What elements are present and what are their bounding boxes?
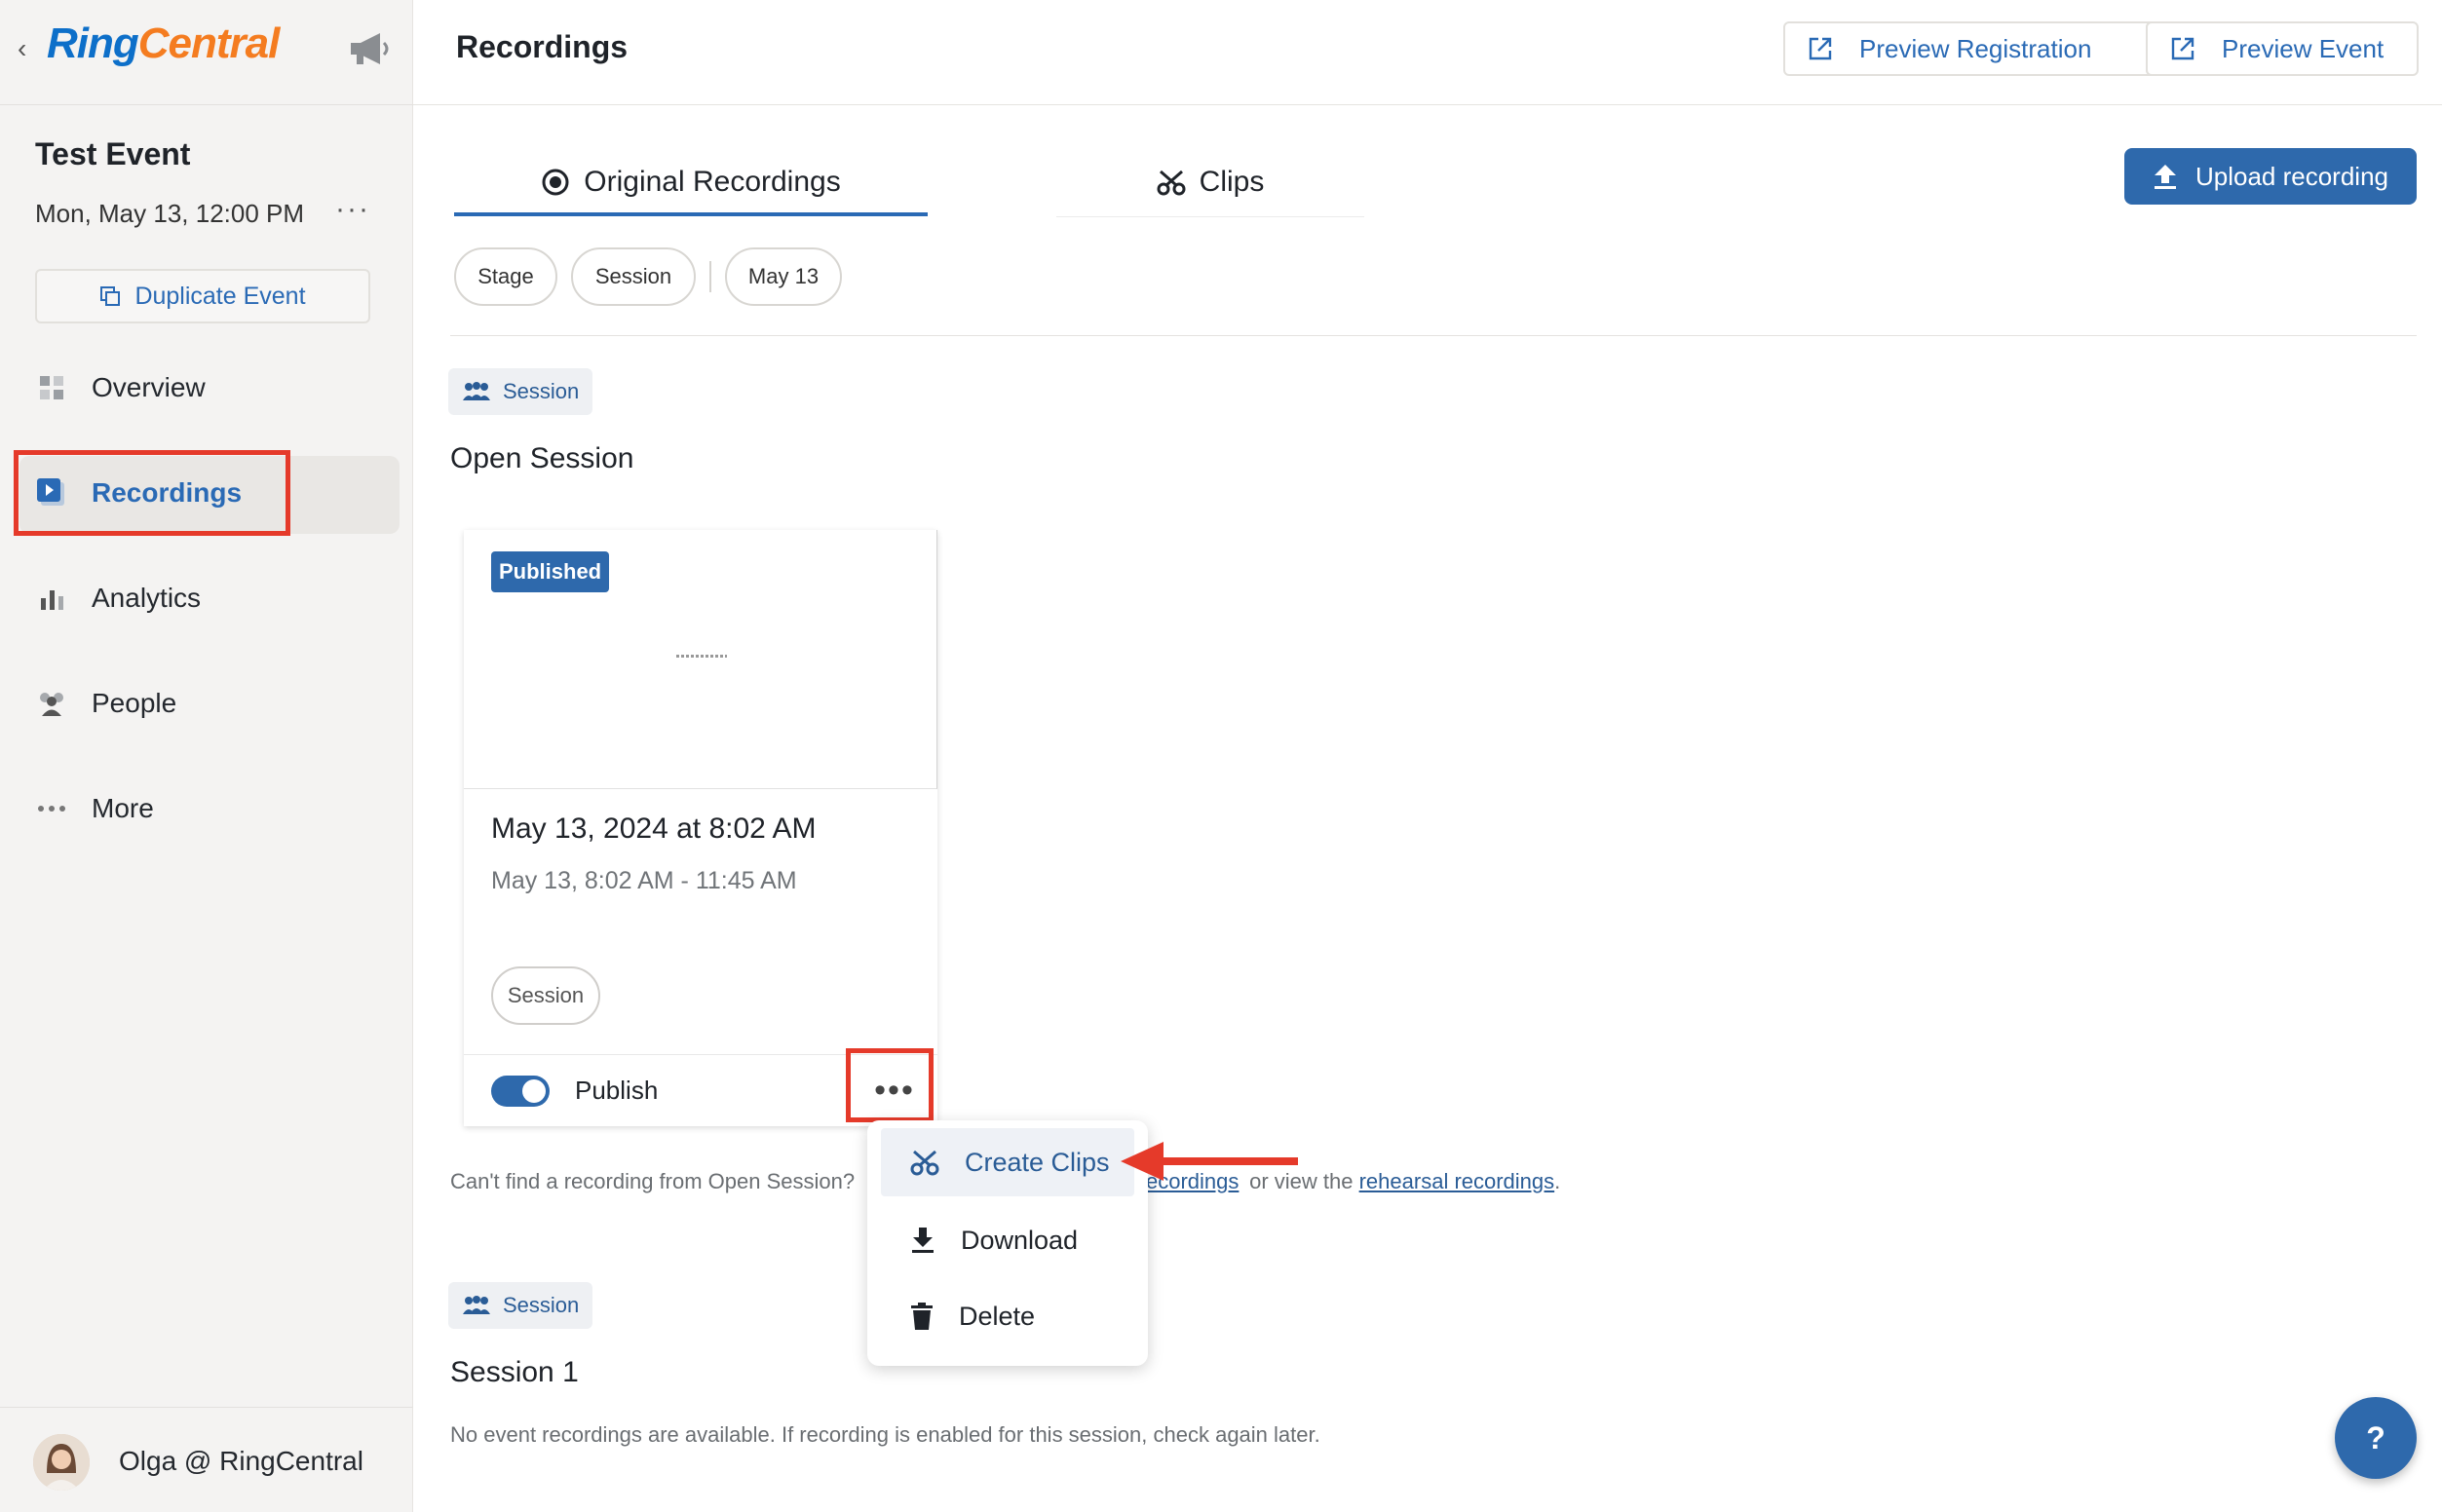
publish-label: Publish	[575, 1076, 659, 1105]
recording-type-chip: Session	[491, 966, 600, 1025]
menu-item-label: Delete	[959, 1301, 1036, 1331]
preview-event-label: Preview Event	[2222, 33, 2385, 63]
recording-time-range: May 13, 8:02 AM - 11:45 AM	[491, 867, 797, 894]
menu-item-create-clips[interactable]: Create Clips	[881, 1128, 1134, 1196]
section-title: Open Session	[450, 442, 634, 474]
active-tab-indicator	[454, 212, 928, 216]
tab-label: Clips	[1199, 166, 1265, 198]
preview-event-button[interactable]: Preview Event	[2146, 21, 2419, 76]
sidebar-item-analytics[interactable]: Analytics	[35, 569, 201, 627]
sidebar: ‹ RingCentral Test Event Mon, May 13, 12…	[0, 0, 413, 1512]
recording-actions-menu: Create Clips Download Delete	[867, 1120, 1148, 1366]
session-tag-label: Session	[503, 379, 580, 403]
filter-separator	[709, 261, 711, 292]
sidebar-item-label: More	[92, 793, 154, 823]
people-icon	[35, 687, 68, 720]
menu-item-label: Create Clips	[965, 1147, 1110, 1177]
section-title: Session 1	[450, 1356, 579, 1388]
help-text-prefix: Can't find a recording from Open Session…	[450, 1169, 856, 1193]
people-icon	[463, 1296, 490, 1314]
grid-icon	[35, 371, 68, 404]
external-link-icon	[2171, 37, 2194, 60]
help-text-suffix: .	[1554, 1169, 1561, 1193]
scissors-icon	[910, 1150, 939, 1176]
sidebar-item-label: Analytics	[92, 583, 202, 613]
published-badge: Published	[491, 551, 610, 592]
session-tag-label: Session	[503, 1293, 580, 1317]
menu-item-download[interactable]: Download	[881, 1206, 1134, 1274]
tab-divider	[1056, 216, 1364, 217]
upload-icon	[2154, 165, 2176, 189]
annotation-highlight-box	[14, 450, 290, 536]
recording-date: May 13, 2024 at 8:02 AM	[491, 813, 817, 845]
sidebar-item-people[interactable]: People	[35, 674, 176, 733]
recording-thumbnail[interactable]: Published	[464, 530, 937, 789]
record-icon	[542, 169, 569, 196]
sidebar-item-label: Overview	[92, 372, 206, 402]
copy-icon	[100, 286, 121, 306]
user-name[interactable]: Olga @ RingCentral	[119, 1446, 363, 1477]
sidebar-item-overview[interactable]: Overview	[35, 359, 206, 417]
event-date: Mon, May 13, 12:00 PM	[35, 199, 305, 228]
event-more-icon[interactable]: ···	[335, 193, 370, 226]
tab-original-recordings[interactable]: Original Recordings	[454, 146, 928, 218]
logo-ring-text: Ring	[47, 19, 139, 67]
trash-icon	[911, 1303, 933, 1330]
megaphone-icon[interactable]	[347, 29, 392, 68]
duplicate-event-button[interactable]: Duplicate Event	[35, 269, 370, 323]
filter-chip-stage[interactable]: Stage	[454, 247, 557, 306]
tab-clips[interactable]: Clips	[1056, 146, 1364, 218]
duplicate-event-label: Duplicate Event	[134, 282, 306, 310]
people-icon	[463, 382, 490, 400]
annotation-arrow-icon	[1121, 1142, 1298, 1181]
menu-item-delete[interactable]: Delete	[881, 1282, 1134, 1350]
preview-registration-button[interactable]: Preview Registration	[1783, 21, 2191, 76]
toggle-knob	[522, 1079, 546, 1103]
thumbnail-preview	[676, 655, 727, 658]
logo-central-text: Central	[137, 19, 281, 67]
bar-chart-icon	[35, 582, 68, 615]
sidebar-item-label: People	[92, 688, 177, 718]
upload-recording-button[interactable]: Upload recording	[2124, 148, 2417, 205]
event-title: Test Event	[35, 136, 191, 171]
preview-registration-label: Preview Registration	[1859, 33, 2092, 63]
page-title: Recordings	[456, 29, 629, 64]
external-link-icon	[1809, 37, 1832, 60]
download-icon	[912, 1228, 934, 1253]
sidebar-item-more[interactable]: More	[35, 779, 154, 838]
filter-divider	[450, 335, 2417, 336]
session-tag: Session	[448, 368, 593, 415]
scissors-icon	[1157, 170, 1186, 196]
back-chevron-icon[interactable]: ‹	[18, 33, 26, 64]
user-avatar[interactable]	[33, 1434, 90, 1491]
sidebar-header: ‹ RingCentral	[0, 0, 413, 105]
dots-icon	[35, 792, 68, 825]
session-tag: Session	[448, 1282, 593, 1329]
rehearsal-recordings-link[interactable]: rehearsal recordings	[1359, 1169, 1555, 1193]
empty-state-text: No event recordings are available. If re…	[450, 1422, 1320, 1447]
tab-label: Original Recordings	[584, 166, 841, 198]
filter-chip-date[interactable]: May 13	[725, 247, 842, 306]
top-header: Recordings Preview Registration Preview …	[413, 0, 2442, 105]
filter-chip-session[interactable]: Session	[571, 247, 696, 306]
ringcentral-logo[interactable]: RingCentral	[47, 19, 281, 68]
publish-toggle[interactable]	[491, 1076, 550, 1107]
upload-recording-label: Upload recording	[2194, 161, 2388, 191]
recording-card[interactable]: Published May 13, 2024 at 8:02 AM May 13…	[464, 530, 937, 1126]
help-text: Can't find a recording from Open Session…	[450, 1169, 855, 1194]
help-button[interactable]: ?	[2335, 1397, 2417, 1479]
annotation-highlight-box	[846, 1048, 934, 1122]
menu-item-label: Download	[961, 1225, 1079, 1255]
